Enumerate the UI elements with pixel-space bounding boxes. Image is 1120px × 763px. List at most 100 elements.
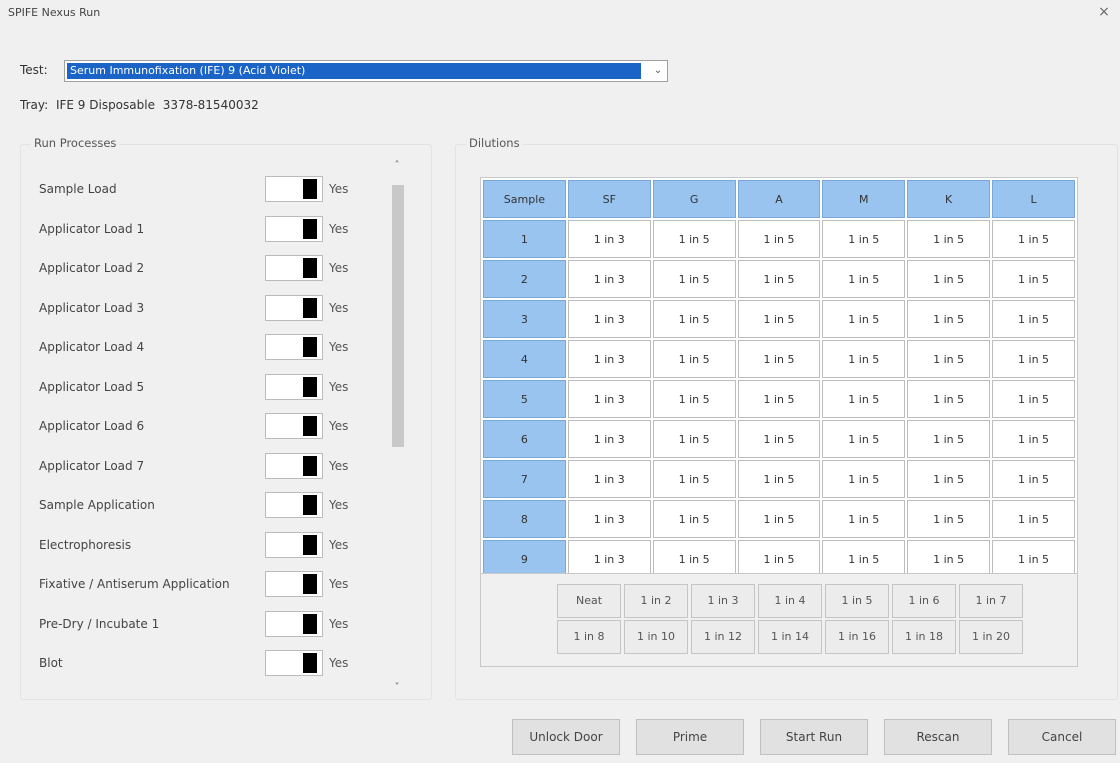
column-header[interactable]: M — [822, 180, 906, 218]
dilution-option-button[interactable]: 1 in 2 — [624, 584, 688, 618]
dilution-cell[interactable]: 1 in 5 — [907, 500, 991, 538]
dilution-cell[interactable]: 1 in 5 — [992, 460, 1075, 498]
dilution-cell[interactable]: 1 in 3 — [567, 300, 651, 338]
dilution-cell[interactable]: 1 in 5 — [822, 340, 906, 378]
process-toggle[interactable] — [265, 176, 323, 202]
process-toggle[interactable] — [265, 571, 323, 597]
dilution-cell[interactable]: 1 in 5 — [822, 300, 906, 338]
column-header[interactable]: G — [652, 180, 736, 218]
dilution-option-button[interactable]: 1 in 10 — [624, 620, 688, 654]
dilution-cell[interactable]: 1 in 5 — [737, 380, 821, 418]
process-toggle[interactable] — [265, 255, 323, 281]
scroll-down-icon[interactable]: ˅ — [389, 681, 405, 695]
dilution-cell[interactable]: 1 in 5 — [822, 500, 906, 538]
prime-button[interactable]: Prime — [636, 719, 744, 755]
dilution-cell[interactable]: 1 in 5 — [907, 420, 991, 458]
dilution-option-button[interactable]: 1 in 3 — [691, 584, 755, 618]
column-header[interactable]: A — [737, 180, 821, 218]
dilution-option-button[interactable]: 1 in 18 — [892, 620, 956, 654]
dilution-cell[interactable]: 1 in 5 — [992, 220, 1075, 258]
dilution-cell[interactable]: 1 in 5 — [652, 420, 736, 458]
chevron-down-icon[interactable]: ⌄ — [651, 64, 665, 78]
dilution-option-button[interactable]: 1 in 14 — [758, 620, 822, 654]
column-header[interactable]: K — [907, 180, 991, 218]
dilution-cell[interactable]: 1 in 5 — [737, 300, 821, 338]
process-toggle[interactable] — [265, 373, 323, 400]
dilution-cell[interactable]: 1 in 5 — [652, 500, 736, 538]
dilution-cell[interactable]: 1 in 5 — [652, 380, 736, 418]
scroll-up-icon[interactable]: ˄ — [389, 159, 405, 173]
dilution-cell[interactable]: 1 in 5 — [652, 300, 736, 338]
dilution-option-button[interactable]: 1 in 12 — [691, 620, 755, 654]
sample-number[interactable]: 7 — [483, 460, 566, 498]
dilution-cell[interactable]: 1 in 5 — [992, 260, 1075, 298]
dilution-cell[interactable]: 1 in 5 — [822, 420, 906, 458]
process-toggle[interactable] — [265, 531, 323, 558]
dilution-cell[interactable]: 1 in 5 — [907, 300, 991, 338]
dilution-cell[interactable]: 1 in 5 — [737, 500, 821, 538]
process-toggle[interactable] — [265, 492, 323, 518]
dilution-cell[interactable]: 1 in 5 — [652, 340, 736, 378]
dilution-cell[interactable]: 1 in 5 — [652, 260, 736, 298]
dilution-cell[interactable]: 1 in 5 — [907, 380, 991, 418]
process-toggle[interactable] — [265, 413, 323, 439]
process-toggle[interactable] — [265, 334, 323, 360]
process-toggle[interactable] — [265, 650, 323, 676]
rescan-button[interactable]: Rescan — [884, 719, 992, 755]
dilution-cell[interactable]: 1 in 5 — [737, 260, 821, 298]
dilution-option-button[interactable]: 1 in 7 — [959, 584, 1023, 618]
dilution-cell[interactable]: 1 in 5 — [737, 340, 821, 378]
dilution-cell[interactable]: 1 in 5 — [737, 420, 821, 458]
column-header[interactable]: SF — [567, 180, 651, 218]
dilution-cell[interactable]: 1 in 5 — [907, 340, 991, 378]
dilution-cell[interactable]: 1 in 5 — [907, 220, 991, 258]
dilution-cell[interactable]: 1 in 5 — [822, 220, 906, 258]
dilution-option-button[interactable]: 1 in 8 — [557, 620, 621, 654]
run-processes-scrollbar[interactable]: ˄ ˅ — [389, 159, 405, 695]
process-toggle[interactable] — [265, 215, 323, 242]
process-toggle[interactable] — [265, 452, 323, 479]
dilution-cell[interactable]: 1 in 5 — [652, 460, 736, 498]
column-header[interactable]: L — [992, 180, 1075, 218]
dilution-cell[interactable]: 1 in 5 — [822, 260, 906, 298]
unlock-door-button[interactable]: Unlock Door — [512, 719, 620, 755]
dilution-cell[interactable]: 1 in 3 — [567, 220, 651, 258]
dilution-option-button[interactable]: 1 in 20 — [959, 620, 1023, 654]
dilution-cell[interactable]: 1 in 5 — [907, 460, 991, 498]
dilution-option-button[interactable]: 1 in 4 — [758, 584, 822, 618]
dilution-cell[interactable]: 1 in 5 — [992, 340, 1075, 378]
dilution-cell[interactable]: 1 in 5 — [992, 300, 1075, 338]
dilution-cell[interactable]: 1 in 3 — [567, 340, 651, 378]
cancel-button[interactable]: Cancel — [1008, 719, 1116, 755]
dilution-cell[interactable]: 1 in 3 — [567, 420, 651, 458]
close-button[interactable]: × — [1096, 4, 1112, 20]
dilution-cell[interactable]: 1 in 5 — [652, 220, 736, 258]
dilution-cell[interactable]: 1 in 5 — [992, 420, 1075, 458]
dilution-cell[interactable]: 1 in 3 — [567, 500, 651, 538]
dilution-cell[interactable]: 1 in 5 — [822, 460, 906, 498]
dilution-cell[interactable]: 1 in 3 — [567, 380, 651, 418]
dilution-cell[interactable]: 1 in 5 — [737, 460, 821, 498]
dilution-option-button[interactable]: Neat — [557, 584, 621, 618]
dilution-cell[interactable]: 1 in 3 — [567, 460, 651, 498]
scroll-thumb[interactable] — [392, 185, 404, 447]
dilution-cell[interactable]: 1 in 5 — [992, 500, 1075, 538]
sample-number[interactable]: 8 — [483, 500, 566, 538]
process-toggle[interactable] — [265, 610, 323, 637]
dilution-option-button[interactable]: 1 in 16 — [825, 620, 889, 654]
dilution-option-button[interactable]: 1 in 5 — [825, 584, 889, 618]
start-run-button[interactable]: Start Run — [760, 719, 868, 755]
sample-number[interactable]: 5 — [483, 380, 566, 418]
sample-number[interactable]: 1 — [483, 220, 566, 258]
sample-number[interactable]: 3 — [483, 300, 566, 338]
dilution-cell[interactable]: 1 in 5 — [737, 220, 821, 258]
sample-number[interactable]: 4 — [483, 340, 566, 378]
dilution-option-button[interactable]: 1 in 6 — [892, 584, 956, 618]
dilution-cell[interactable]: 1 in 5 — [907, 260, 991, 298]
test-select[interactable]: Serum Immunofixation (IFE) 9 (Acid Viole… — [64, 60, 668, 82]
sample-number[interactable]: 6 — [483, 420, 566, 458]
dilution-cell[interactable]: 1 in 5 — [992, 380, 1075, 418]
sample-number[interactable]: 2 — [483, 260, 566, 298]
dilution-cell[interactable]: 1 in 5 — [822, 380, 906, 418]
process-toggle[interactable] — [265, 294, 323, 321]
